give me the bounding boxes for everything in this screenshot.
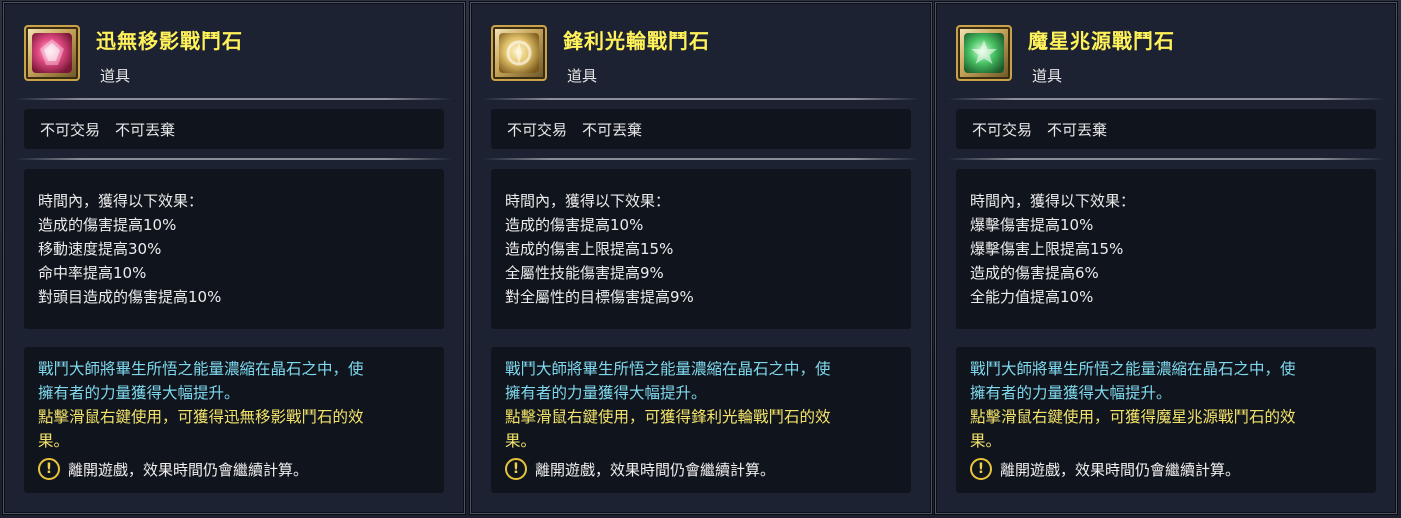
item-type: 道具 xyxy=(567,67,598,85)
description-line: 擁有者的力量獲得大幅提升。 xyxy=(970,384,1172,402)
trade-restriction-text: 不可交易 不可丟棄 xyxy=(507,121,643,139)
warning-row: ! 離開遊戲，效果時間仍會繼續計算。 xyxy=(38,457,308,481)
effect-line: 時間內，獲得以下效果： xyxy=(505,192,671,210)
description-line: 擁有者的力量獲得大幅提升。 xyxy=(505,384,707,402)
description-box: 戰鬥大師將畢生所悟之能量濃縮在晶石之中，使 擁有者的力量獲得大幅提升。 點擊滑鼠… xyxy=(24,347,444,493)
trade-restriction-box: 不可交易 不可丟棄 xyxy=(24,109,444,149)
effect-line: 造成的傷害提高6% xyxy=(970,264,1099,282)
tooltip-header: 魔星兆源戰鬥石 道具 xyxy=(956,23,1376,93)
item-type: 道具 xyxy=(1032,67,1063,85)
effect-line: 造成的傷害提高10% xyxy=(505,216,644,234)
divider xyxy=(16,158,452,160)
trade-restriction-text: 不可交易 不可丟棄 xyxy=(40,121,176,139)
usage-line: 點擊滑鼠右鍵使用，可獲得魔星兆源戰鬥石的效 xyxy=(970,408,1296,426)
gold-gem-icon xyxy=(499,33,539,73)
description-line: 戰鬥大師將畢生所悟之能量濃縮在晶石之中，使 xyxy=(505,360,831,378)
item-icon-frame xyxy=(24,25,80,81)
exclamation-icon: ! xyxy=(970,458,992,480)
item-name: 迅無移影戰鬥石 xyxy=(96,29,243,53)
warning-text: 離開遊戲，效果時間仍會繼續計算。 xyxy=(1000,460,1241,479)
warning-text: 離開遊戲，效果時間仍會繼續計算。 xyxy=(68,460,309,479)
usage-line: 果。 xyxy=(38,432,70,450)
effects-box: 時間內，獲得以下效果： 造成的傷害提高10% 造成的傷害上限提高15% 全屬性技… xyxy=(491,169,911,329)
effect-line: 時間內，獲得以下效果： xyxy=(970,192,1136,210)
effect-line: 爆擊傷害提高10% xyxy=(970,216,1094,234)
effects-box: 時間內，獲得以下效果： 爆擊傷害提高10% 爆擊傷害上限提高15% 造成的傷害提… xyxy=(956,169,1376,329)
exclamation-icon: ! xyxy=(505,458,527,480)
warning-row: ! 離開遊戲，效果時間仍會繼續計算。 xyxy=(505,457,775,481)
item-icon-frame xyxy=(956,25,1012,81)
description-line: 擁有者的力量獲得大幅提升。 xyxy=(38,384,240,402)
usage-line: 果。 xyxy=(970,432,1002,450)
effect-line: 命中率提高10% xyxy=(38,264,147,282)
effect-line: 造成的傷害提高10% xyxy=(38,216,177,234)
item-type: 道具 xyxy=(100,67,131,85)
effect-line: 時間內，獲得以下效果： xyxy=(38,192,204,210)
description-box: 戰鬥大師將畢生所悟之能量濃縮在晶石之中，使 擁有者的力量獲得大幅提升。 點擊滑鼠… xyxy=(491,347,911,493)
effect-line: 對頭目造成的傷害提高10% xyxy=(38,288,222,306)
effect-line: 造成的傷害上限提高15% xyxy=(505,240,674,258)
pink-gem-icon xyxy=(32,33,72,73)
divider xyxy=(948,158,1384,160)
description-line: 戰鬥大師將畢生所悟之能量濃縮在晶石之中，使 xyxy=(970,360,1296,378)
description-box: 戰鬥大師將畢生所悟之能量濃縮在晶石之中，使 擁有者的力量獲得大幅提升。 點擊滑鼠… xyxy=(956,347,1376,493)
item-name: 魔星兆源戰鬥石 xyxy=(1028,29,1175,53)
item-icon-frame xyxy=(491,25,547,81)
tooltip-header: 鋒利光輪戰鬥石 道具 xyxy=(491,23,911,93)
tooltip-header: 迅無移影戰鬥石 道具 xyxy=(24,23,444,93)
trade-restriction-box: 不可交易 不可丟棄 xyxy=(956,109,1376,149)
trade-restriction-box: 不可交易 不可丟棄 xyxy=(491,109,911,149)
effect-line: 爆擊傷害上限提高15% xyxy=(970,240,1124,258)
effect-line: 對全屬性的目標傷害提高9% xyxy=(505,288,694,306)
divider xyxy=(483,158,919,160)
usage-line: 果。 xyxy=(505,432,537,450)
effect-line: 移動速度提高30% xyxy=(38,240,162,258)
trade-restriction-text: 不可交易 不可丟棄 xyxy=(972,121,1108,139)
divider xyxy=(483,98,919,100)
usage-line: 點擊滑鼠右鍵使用，可獲得鋒利光輪戰鬥石的效 xyxy=(505,408,831,426)
description-line: 戰鬥大師將畢生所悟之能量濃縮在晶石之中，使 xyxy=(38,360,364,378)
warning-text: 離開遊戲，效果時間仍會繼續計算。 xyxy=(535,460,776,479)
exclamation-icon: ! xyxy=(38,458,60,480)
item-tooltip-2: 鋒利光輪戰鬥石 道具 不可交易 不可丟棄 時間內，獲得以下效果： 造成的傷害提高… xyxy=(470,2,932,514)
divider xyxy=(16,98,452,100)
warning-row: ! 離開遊戲，效果時間仍會繼續計算。 xyxy=(970,457,1240,481)
divider xyxy=(948,98,1384,100)
effects-box: 時間內，獲得以下效果： 造成的傷害提高10% 移動速度提高30% 命中率提高10… xyxy=(24,169,444,329)
item-name: 鋒利光輪戰鬥石 xyxy=(563,29,710,53)
item-tooltip-3: 魔星兆源戰鬥石 道具 不可交易 不可丟棄 時間內，獲得以下效果： 爆擊傷害提高1… xyxy=(935,2,1397,514)
effect-line: 全屬性技能傷害提高9% xyxy=(505,264,664,282)
usage-line: 點擊滑鼠右鍵使用，可獲得迅無移影戰鬥石的效 xyxy=(38,408,364,426)
green-gem-icon xyxy=(964,33,1004,73)
effect-line: 全能力值提高10% xyxy=(970,288,1094,306)
item-tooltip-1: 迅無移影戰鬥石 道具 不可交易 不可丟棄 時間內，獲得以下效果： 造成的傷害提高… xyxy=(3,2,465,514)
